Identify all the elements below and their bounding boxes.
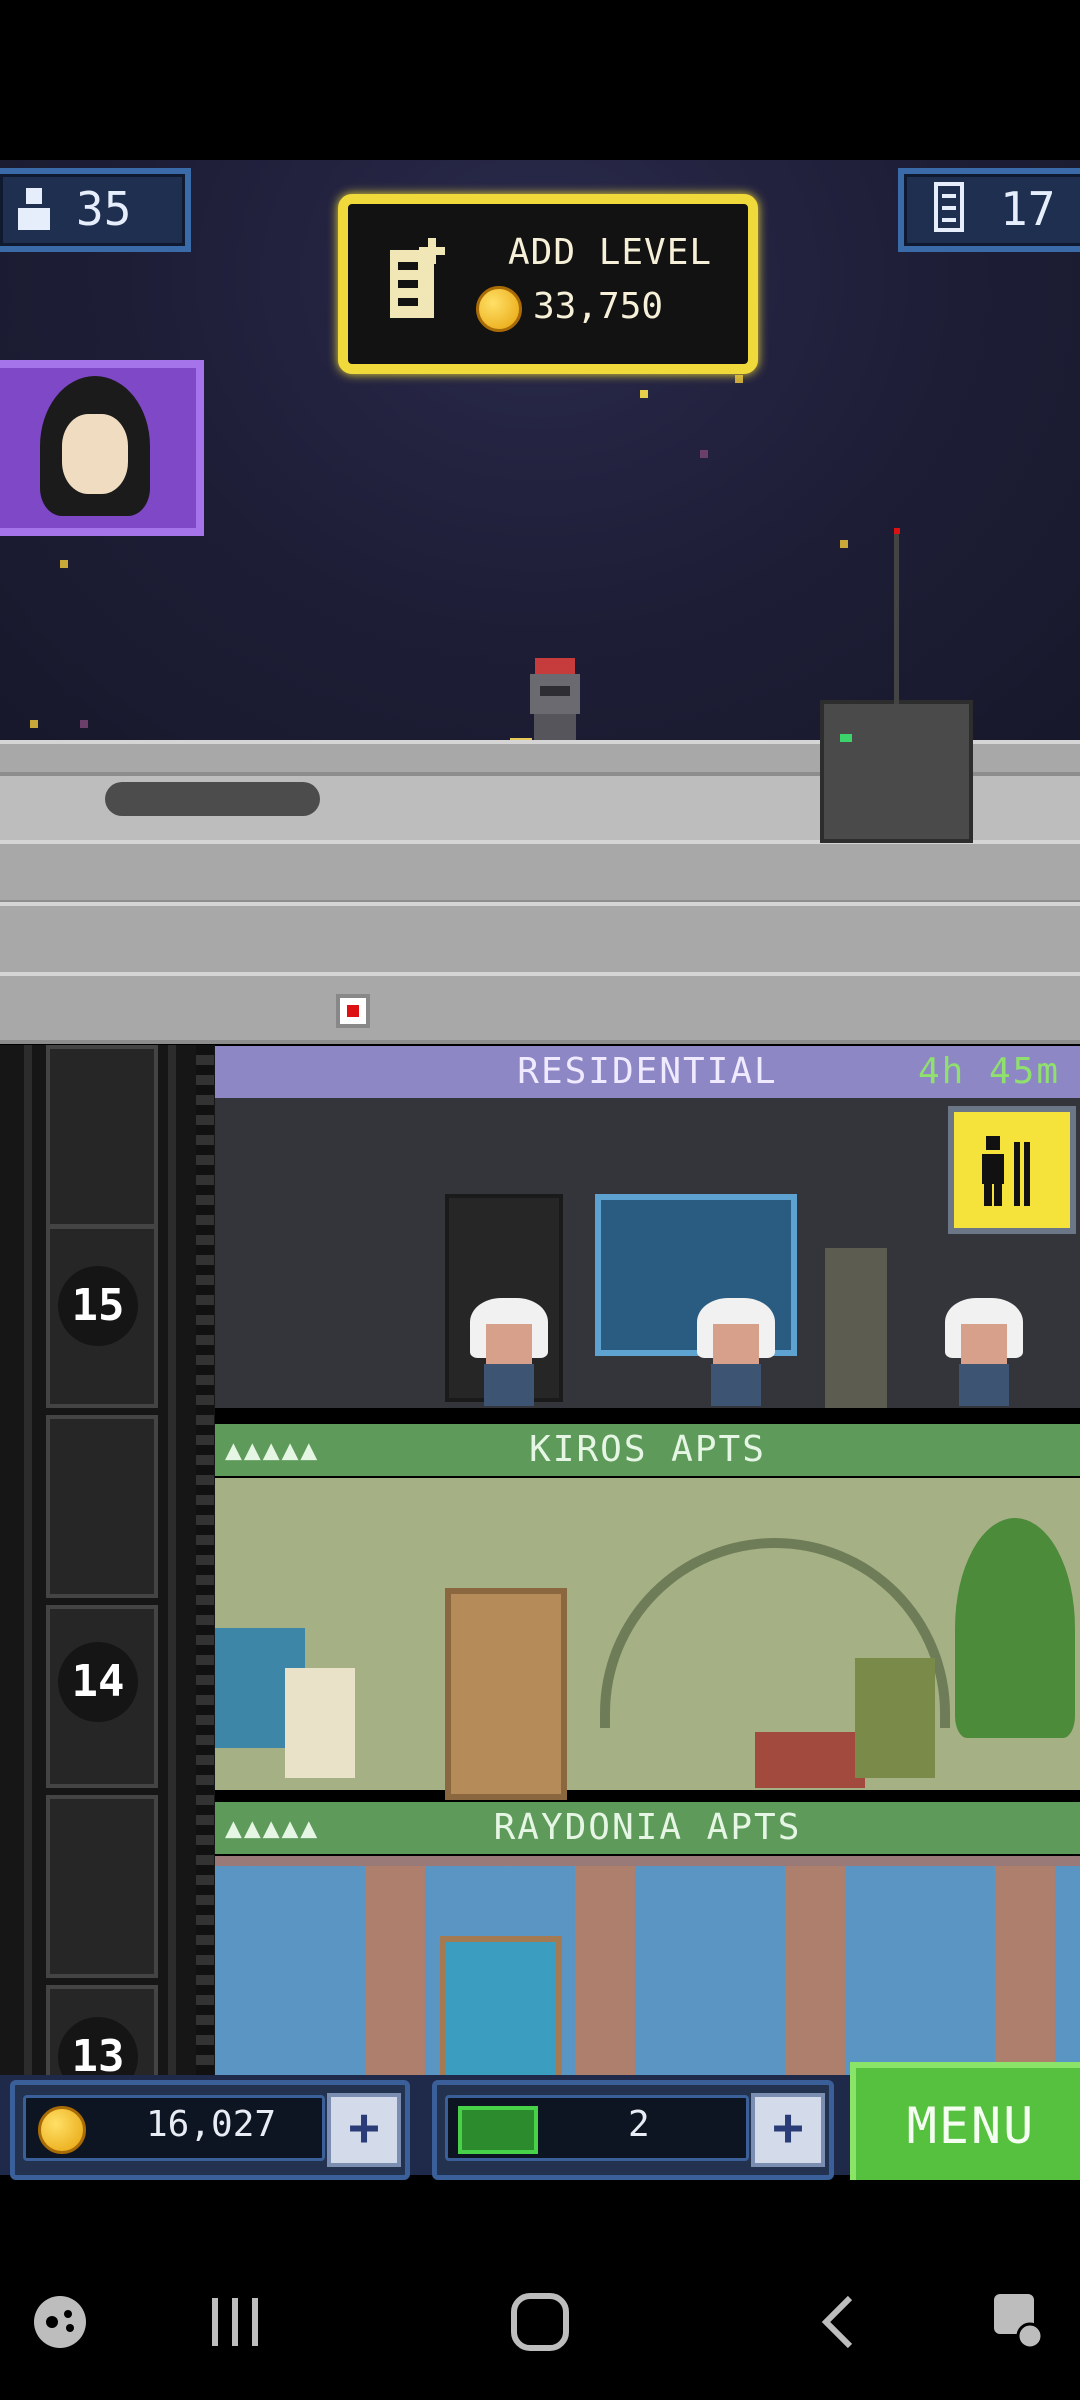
hooded-character-avatar bbox=[40, 376, 150, 516]
add-floor-icon bbox=[390, 238, 445, 318]
room-door bbox=[440, 1936, 562, 2098]
coin-icon bbox=[476, 286, 522, 332]
star bbox=[80, 720, 88, 728]
add-level-button[interactable]: ADD LEVEL 33,750 bbox=[338, 194, 758, 374]
coins-panel: 16,027 + bbox=[10, 2080, 410, 2180]
floor-header-raydonia-apts[interactable]: ▲▲▲▲▲ RAYDONIA APTS bbox=[215, 1802, 1080, 1854]
system-nav-bar bbox=[0, 2180, 1080, 2400]
kiros-apts-room[interactable] bbox=[215, 1478, 1080, 1800]
add-level-label: ADD LEVEL bbox=[508, 232, 713, 273]
plant bbox=[955, 1518, 1075, 1738]
coins-value: 16,027 bbox=[146, 2104, 277, 2145]
menu-button[interactable]: MENU bbox=[850, 2062, 1080, 2184]
star bbox=[60, 560, 68, 568]
bitizen[interactable] bbox=[945, 1298, 1023, 1406]
buy-coins-button[interactable]: + bbox=[327, 2093, 401, 2167]
floor-name: KIROS APTS bbox=[529, 1429, 766, 1470]
room-door bbox=[445, 1588, 567, 1800]
star-rating: ▲▲▲▲▲ bbox=[225, 1811, 320, 1844]
buy-bux-button[interactable]: + bbox=[751, 2093, 825, 2167]
elevator-call-button[interactable] bbox=[948, 1106, 1076, 1234]
floor-timer: 4h 45m bbox=[917, 1051, 1060, 1092]
recent-apps-icon[interactable] bbox=[206, 2294, 266, 2350]
star bbox=[30, 720, 38, 728]
bitizen[interactable] bbox=[470, 1298, 548, 1406]
floors-value: 17 bbox=[1000, 182, 1056, 236]
floor-header-kiros-apts[interactable]: ▲▲▲▲▲ KIROS APTS bbox=[215, 1424, 1080, 1476]
bux-value: 2 bbox=[628, 2104, 650, 2145]
floor-name: RAYDONIA APTS bbox=[493, 1807, 802, 1848]
roof-pipe bbox=[105, 782, 320, 816]
bitizen[interactable] bbox=[285, 1668, 355, 1778]
vip-portrait[interactable] bbox=[0, 360, 204, 536]
screen-pin-icon[interactable] bbox=[990, 2290, 1050, 2354]
elevator-floor-14[interactable]: 14 bbox=[58, 1642, 138, 1722]
table bbox=[755, 1732, 865, 1788]
antenna-box bbox=[820, 528, 973, 843]
robot-bitizen[interactable] bbox=[825, 1248, 887, 1408]
elevator-floor-15[interactable]: 15 bbox=[58, 1266, 138, 1346]
person-icon bbox=[18, 188, 50, 230]
star bbox=[640, 390, 648, 398]
star bbox=[840, 540, 848, 548]
roof-light bbox=[336, 994, 370, 1028]
raydonia-apts-room[interactable] bbox=[215, 1856, 1080, 2098]
home-icon[interactable] bbox=[508, 2290, 572, 2354]
floor-name: RESIDENTIAL bbox=[517, 1051, 778, 1092]
population-counter[interactable]: 35 bbox=[0, 168, 191, 252]
star-rating: ▲▲▲▲▲ bbox=[225, 1433, 320, 1466]
elevator-shaft[interactable]: 15 14 13 bbox=[0, 1045, 215, 2168]
star bbox=[735, 375, 743, 383]
star bbox=[700, 450, 708, 458]
floor-counter[interactable]: 17 bbox=[898, 168, 1080, 252]
back-icon[interactable] bbox=[814, 2292, 864, 2352]
add-level-cost: 33,750 bbox=[533, 286, 664, 327]
population-value: 35 bbox=[76, 182, 132, 236]
game-launcher-icon[interactable] bbox=[30, 2292, 90, 2352]
bitizen[interactable] bbox=[855, 1658, 935, 1778]
coin-icon bbox=[38, 2106, 86, 2154]
bux-icon bbox=[458, 2106, 538, 2154]
bux-panel: 2 + bbox=[432, 2080, 834, 2180]
bitizen[interactable] bbox=[697, 1298, 775, 1406]
floor-header-residential[interactable]: RESIDENTIAL 4h 45m bbox=[215, 1046, 1080, 1098]
elevator-call-icon bbox=[982, 1136, 1030, 1206]
floors-icon bbox=[934, 182, 964, 232]
